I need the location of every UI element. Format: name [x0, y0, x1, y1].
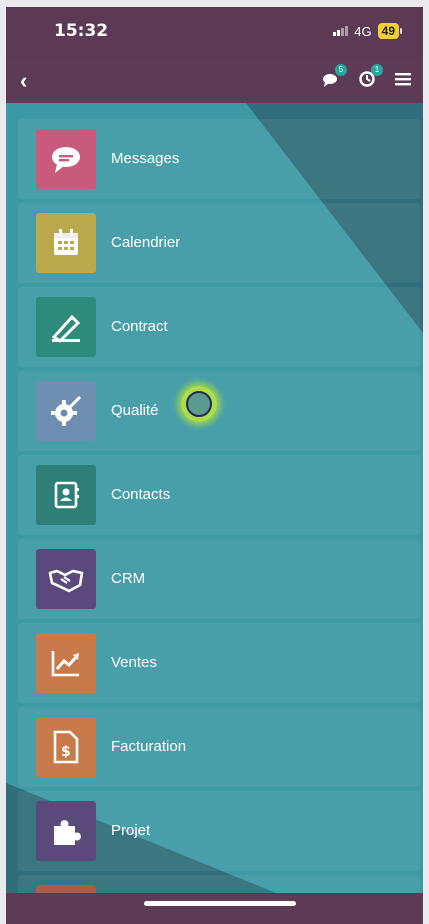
app-tile-facturation[interactable]: $ Facturation [18, 707, 420, 787]
contact-book-icon [36, 465, 96, 525]
status-time: 15:32 [54, 21, 109, 41]
puzzle-icon [36, 801, 96, 861]
app-tile-crm[interactable]: CRM [18, 539, 420, 619]
app-tile-partial[interactable] [18, 875, 420, 893]
app-label: Contract [111, 318, 168, 335]
top-navbar: ‹ 5 1 [6, 59, 423, 103]
battery-icon: 49 [377, 23, 403, 39]
quality-gear-icon [36, 381, 96, 441]
handshake-icon [36, 549, 96, 609]
activity-badge: 1 [371, 64, 383, 76]
chart-up-icon [36, 633, 96, 693]
activity-icon[interactable]: 1 [357, 64, 383, 89]
bottom-bar [6, 893, 423, 924]
app-label: Contacts [111, 486, 171, 503]
touch-indicator [181, 386, 217, 422]
chat-bubble-icon [36, 129, 96, 189]
partial-app-icon [36, 885, 96, 893]
app-label: CRM [111, 570, 146, 587]
app-label: Messages [111, 150, 180, 167]
invoice-icon: $ [36, 717, 96, 777]
calendar-icon [36, 213, 96, 273]
app-tile-qualite[interactable]: Qualité [18, 371, 420, 451]
signal-icon [333, 26, 349, 36]
status-bar: 15:32 4G 49 [6, 7, 423, 57]
app-tile-contacts[interactable]: Contacts [18, 455, 420, 535]
chat-badge: 5 [335, 64, 347, 76]
app-tile-contract[interactable]: Contract [18, 287, 420, 367]
network-type: 4G [354, 23, 372, 39]
back-button[interactable]: ‹ [20, 68, 27, 94]
status-indicators: 4G 49 [333, 23, 403, 39]
svg-text:$: $ [61, 744, 71, 760]
app-list: Messages Calendrier Contract Qualité Con [6, 103, 423, 893]
menu-icon[interactable] [393, 69, 413, 89]
app-tile-messages[interactable]: Messages [18, 119, 420, 199]
pen-icon [36, 297, 96, 357]
app-label: Projet [111, 822, 151, 839]
app-tile-ventes[interactable]: Ventes [18, 623, 420, 703]
app-label: Qualité [111, 402, 159, 419]
app-label: Facturation [111, 738, 187, 755]
app-tile-projet[interactable]: Projet [18, 791, 420, 871]
app-label: Ventes [111, 654, 157, 671]
app-label: Calendrier [111, 234, 181, 251]
phone-screen: 15:32 4G 49 ‹ 5 1 Messages Calendrier Co… [6, 7, 423, 924]
app-tile-calendrier[interactable]: Calendrier [18, 203, 420, 283]
chat-icon[interactable]: 5 [321, 64, 347, 89]
home-indicator[interactable] [144, 901, 296, 906]
